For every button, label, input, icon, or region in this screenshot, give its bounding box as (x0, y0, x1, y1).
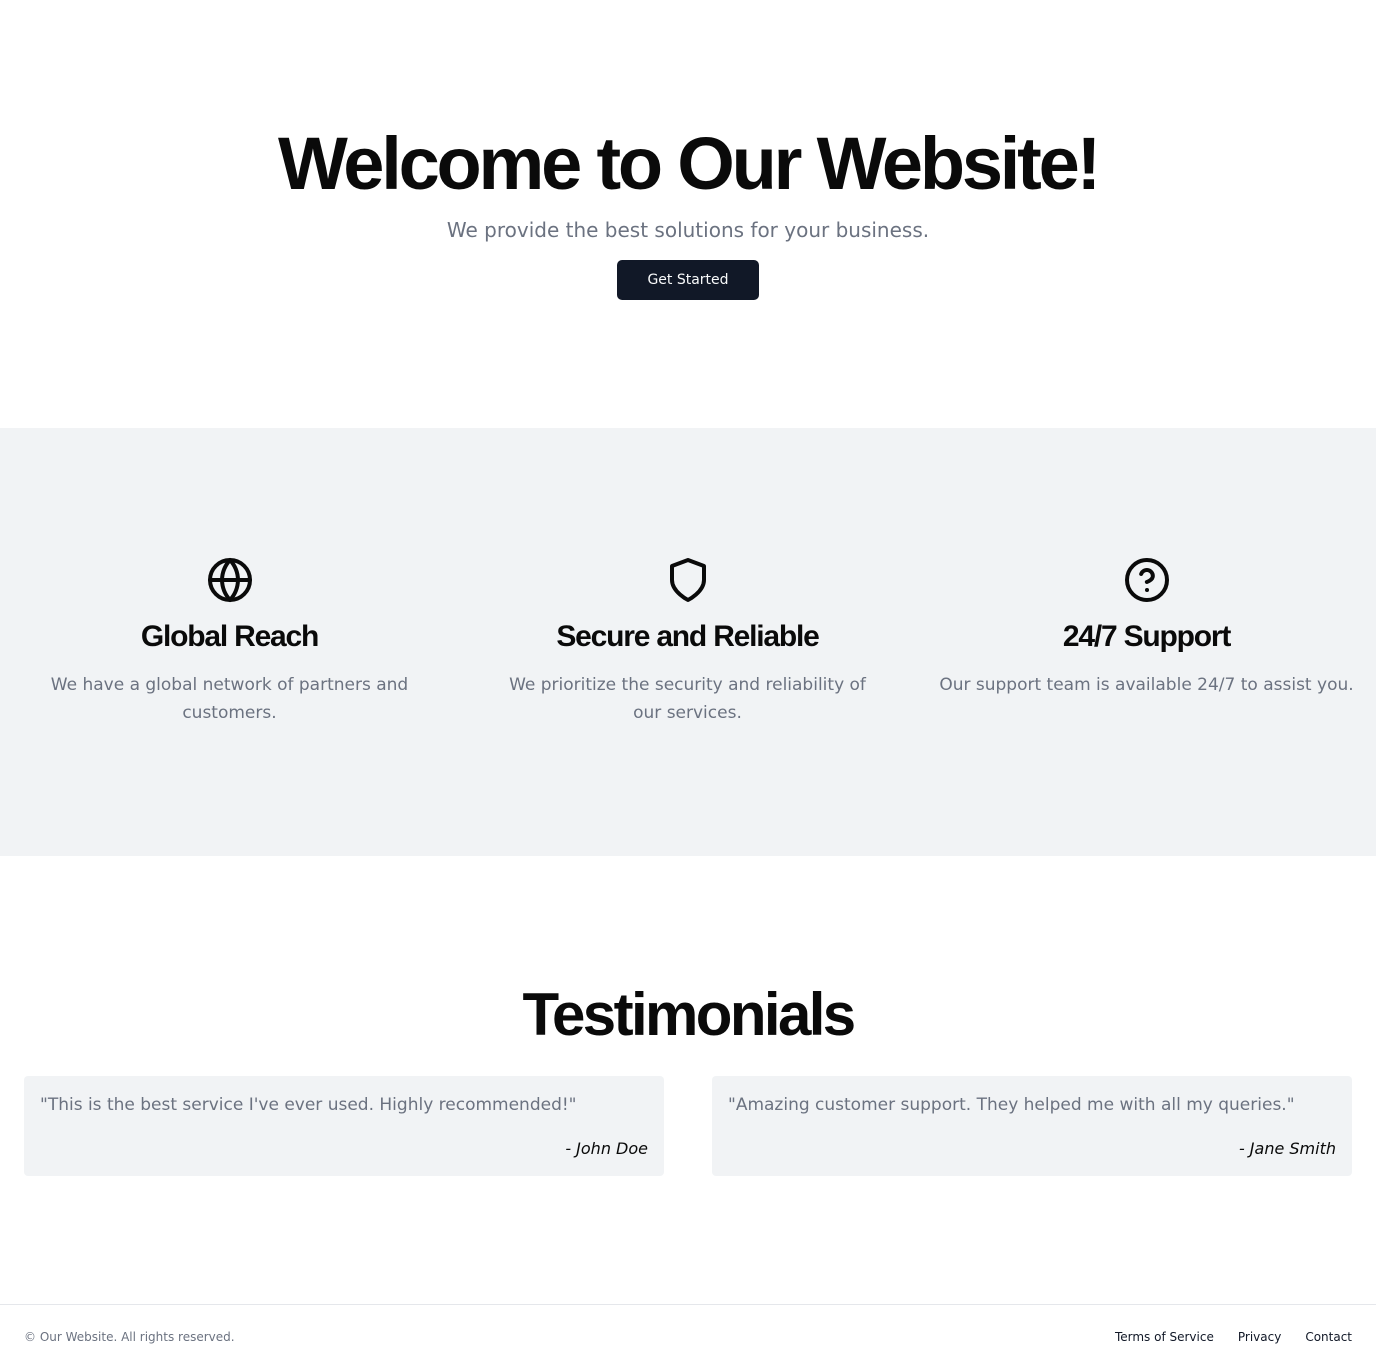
testimonial-card: "This is the best service I've ever used… (24, 1076, 664, 1176)
feature-description: We prioritize the security and reliabili… (509, 675, 866, 723)
feature-description: Our support team is available 24/7 to as… (939, 675, 1354, 695)
testimonial-quote: "This is the best service I've ever used… (40, 1095, 577, 1115)
copyright-text: © Our Website. All rights reserved. (24, 1330, 235, 1344)
testimonial-card: "Amazing customer support. They helped m… (712, 1076, 1352, 1176)
testimonial-quote: "Amazing customer support. They helped m… (728, 1095, 1295, 1115)
feature-title: 24/7 Support (1062, 620, 1232, 653)
hero-title: Welcome to Our Website! (277, 122, 1101, 205)
footer: © Our Website. All rights reserved. Term… (0, 1304, 1376, 1369)
globe-icon (207, 558, 252, 602)
landing-page: Welcome to Our Website! We provide the b… (0, 0, 1376, 1369)
testimonial-author: - Jane Smith (1238, 1139, 1336, 1158)
feature-support: 24/7 Support Our support team is availab… (917, 428, 1376, 856)
footer-link-contact[interactable]: Contact (1305, 1329, 1352, 1345)
feature-title: Secure and Reliable (556, 620, 820, 653)
footer-nav: Terms of Service Privacy Contact (1115, 1329, 1352, 1345)
feature-global-reach: Global Reach We have a global network of… (0, 428, 459, 856)
features-section: Global Reach We have a global network of… (0, 428, 1376, 856)
help-circle-icon (1124, 558, 1169, 602)
footer-link-terms[interactable]: Terms of Service (1115, 1329, 1214, 1345)
shield-icon (669, 558, 706, 602)
footer-link-privacy[interactable]: Privacy (1238, 1329, 1281, 1345)
get-started-button[interactable]: Get Started (617, 260, 759, 300)
testimonial-author: - John Doe (565, 1139, 648, 1158)
feature-description: We have a global network of partners and… (50, 675, 409, 723)
hero-section: Welcome to Our Website! We provide the b… (0, 0, 1376, 428)
hero-subtitle: We provide the best solutions for your b… (446, 218, 930, 242)
feature-secure-reliable: Secure and Reliable We prioritize the se… (458, 428, 917, 856)
testimonials-title: Testimonials (522, 981, 856, 1048)
feature-title: Global Reach (140, 620, 320, 653)
